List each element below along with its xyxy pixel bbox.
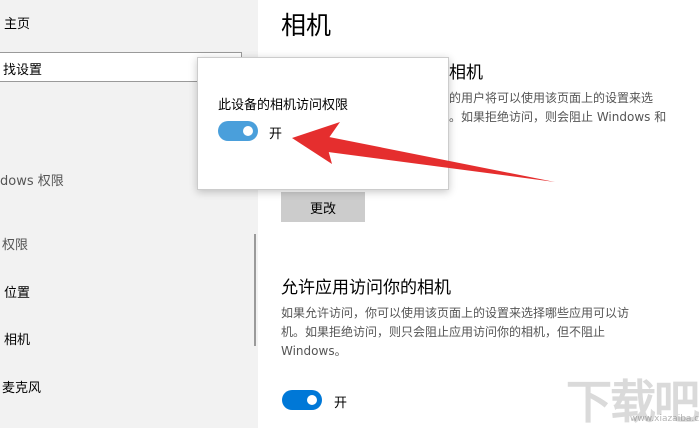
watermark-logo: 下载吧 www.xiazaiba.com	[562, 366, 699, 429]
sidebar-section-app-permissions: 权限	[2, 238, 29, 253]
apps-desc-line-3: Windows。	[281, 344, 347, 358]
toggle-knob	[307, 395, 317, 405]
apps-desc-line-2: 机。如果拒绝访问，则只会阻止应用访问你的相机，但不阻止	[281, 325, 606, 339]
sidebar-scrollbar[interactable]	[254, 234, 256, 346]
apps-toggle-state-label: 开	[334, 396, 348, 411]
device-desc-line-1: 的用户将可以使用该页面上的设置来选	[449, 91, 654, 105]
apps-section-title: 允许应用访问你的相机	[281, 278, 451, 298]
device-camera-access-toggle[interactable]	[218, 121, 258, 141]
sidebar-home-link[interactable]: 主页	[4, 13, 30, 32]
change-button[interactable]: 更改	[281, 192, 365, 222]
popup-title: 此设备的相机访问权限	[218, 98, 349, 113]
apps-desc-line-1: 如果允许访问，你可以使用该页面上的设置来选择哪些应用可以访	[281, 306, 630, 320]
sidebar-item-location[interactable]: 位置	[4, 282, 30, 301]
red-arrow-annotation	[292, 122, 555, 182]
sidebar-item-camera[interactable]: 相机	[4, 329, 30, 348]
search-input-text: 找设置	[3, 63, 43, 78]
page-title: 相机	[281, 11, 332, 40]
watermark-url: www.xiazaiba.com	[630, 414, 699, 424]
apps-camera-access-toggle[interactable]	[282, 390, 322, 410]
sidebar-section-windows-permissions: dows 权限	[0, 174, 64, 189]
device-section-title: 相机	[449, 63, 483, 83]
sidebar-item-microphone[interactable]: 麦克风	[2, 377, 41, 396]
toggle-knob	[243, 126, 253, 136]
